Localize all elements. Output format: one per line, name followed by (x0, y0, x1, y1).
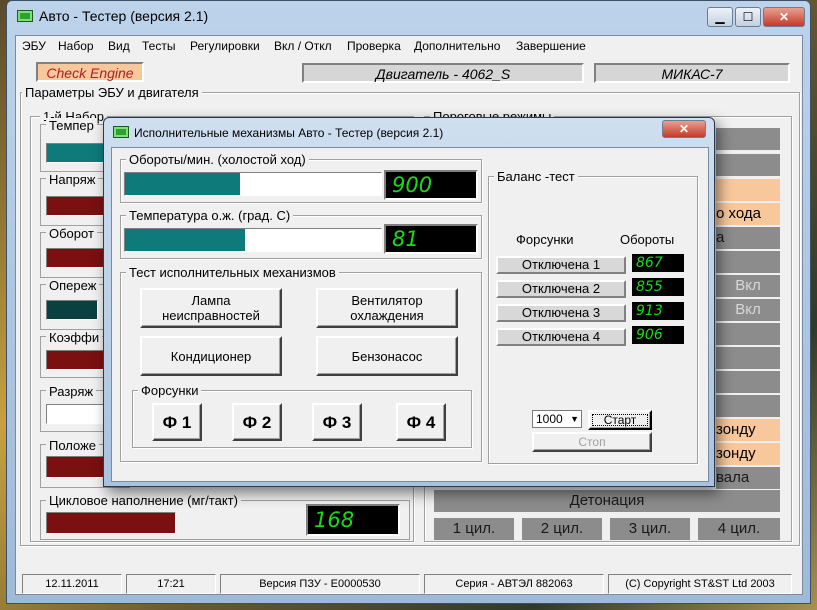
temp-bar (124, 228, 382, 252)
injector-4-button[interactable]: Ф 4 (396, 403, 446, 441)
cylinder-3[interactable]: 3 цил. (610, 518, 690, 540)
threshold-box-12 (716, 395, 780, 417)
fan-test-button[interactable]: Вентилятор охлаждения (316, 288, 458, 328)
balance-rpm-2: 855 (632, 278, 684, 296)
actuators-dialog: Исполнительные механизмы Авто - Тестер (… (103, 117, 715, 487)
stop-button[interactable]: Стоп (532, 432, 652, 452)
advance-bar (46, 300, 98, 320)
lamp-test-line1: Лампа (191, 293, 231, 308)
balance-group-label: Баланс -тест (494, 169, 578, 184)
app-icon (17, 10, 33, 22)
menu-set[interactable]: Набор (58, 39, 94, 53)
injector-1-button[interactable]: Ф 1 (152, 403, 202, 441)
param-label-rpm: Оборот (46, 226, 97, 241)
cylinder-4[interactable]: 4 цил. (698, 518, 780, 540)
threshold-box-a: а (716, 227, 780, 249)
menu-check[interactable]: Проверка (347, 39, 401, 53)
cycle-fill-label: Цикловое наполнение (мг/такт) (46, 493, 241, 508)
menu-tests[interactable]: Тесты (142, 39, 175, 53)
param-label-vacuum: Разряж (46, 384, 97, 399)
injector-2-button[interactable]: Ф 2 (232, 403, 282, 441)
shaft-indicator: вала (716, 467, 780, 489)
fan-test-line1: Вентилятор (351, 293, 423, 308)
engine-label: Двигатель - 4062_S (302, 63, 584, 83)
fuel-pump-test-button[interactable]: Бензонасос (316, 336, 458, 376)
chevron-down-icon: ▼ (570, 414, 579, 424)
lamp-test-button[interactable]: Лампа неисправностей (140, 288, 282, 328)
param-label-position: Положе (46, 438, 100, 453)
cycle-fill-display: 168 (306, 504, 400, 536)
detonation-indicator: Детонация (434, 490, 780, 512)
toggle-on-1[interactable]: Вкл (716, 275, 780, 297)
menu-on-off[interactable]: Вкл / Откл (274, 39, 332, 53)
idle-mode-indicator: о хода (716, 203, 780, 225)
status-time: 17:21 (126, 574, 216, 594)
menu-adjustments[interactable]: Регулировки (190, 39, 260, 53)
balance-col-rpm: Обороты (620, 232, 675, 247)
menu-bar: ЭБУ Набор Вид Тесты Регулировки Вкл / От… (16, 36, 802, 56)
menu-ecu[interactable]: ЭБУ (22, 39, 46, 53)
balance-disable-4-button[interactable]: Отключена 4 (496, 328, 626, 346)
balance-disable-3-button[interactable]: Отключена 3 (496, 304, 626, 322)
fan-test-line2: охлаждения (350, 308, 424, 323)
threshold-box-3 (716, 179, 780, 201)
actuators-group-label: Тест исполнительных механизмов (126, 265, 339, 280)
menu-view[interactable]: Вид (108, 39, 130, 53)
lamp-test-line2: неисправностей (162, 308, 260, 323)
rpm-bar-fill (125, 173, 241, 195)
maximize-button[interactable]: ☐ (735, 7, 761, 27)
param-label-advance: Опереж (46, 278, 100, 293)
menu-extra[interactable]: Дополнительно (414, 39, 500, 53)
threshold-box-9 (716, 323, 780, 345)
threshold-box-10 (716, 347, 780, 369)
speed-select[interactable]: 1000 ▼ (532, 410, 582, 428)
check-engine-indicator: Check Engine (36, 62, 144, 82)
balance-disable-2-button[interactable]: Отключена 2 (496, 280, 626, 298)
threshold-box-2 (716, 154, 780, 176)
temp-display: 81 (384, 224, 478, 254)
dialog-close-button[interactable]: ✕ (662, 120, 706, 138)
status-copyright: (C) Copyright ST&ST Ltd 2003 (608, 574, 792, 594)
param-label-coefficient: Коэффи (46, 330, 103, 345)
injectors-group-label: Форсунки (138, 383, 202, 398)
dialog-title: Исполнительные механизмы Авто - Тестер (… (134, 126, 444, 140)
status-date: 12.11.2011 (22, 574, 122, 594)
injector-3-button[interactable]: Ф 3 (312, 403, 362, 441)
dialog-client-area: Обороты/мин. (холостой ход) 900 Температ… (111, 147, 709, 482)
ac-test-button[interactable]: Кондиционер (140, 336, 282, 376)
dialog-icon (113, 126, 129, 138)
rpm-display: 900 (384, 170, 478, 200)
status-prom-version: Версия ПЗУ - E0000530 (220, 574, 420, 594)
menu-exit[interactable]: Завершение (516, 39, 586, 53)
lambda-indicator-1: зонду (716, 419, 780, 441)
toggle-on-2[interactable]: Вкл (716, 299, 780, 321)
balance-col-injectors: Форсунки (516, 232, 574, 247)
start-button[interactable]: Старт (588, 410, 652, 430)
ecu-label: МИКАС-7 (594, 63, 790, 83)
cycle-fill-bar (46, 512, 176, 534)
balance-rpm-4: 906 (632, 326, 684, 344)
cylinder-1[interactable]: 1 цил. (434, 518, 514, 540)
threshold-box-1 (716, 128, 780, 150)
balance-rpm-3: 913 (632, 302, 684, 320)
param-label-temperature: Темпер (46, 118, 97, 133)
lambda-indicator-2: зонду (716, 443, 780, 465)
temp-bar-fill (125, 229, 246, 251)
param-label-voltage: Напряж (46, 172, 99, 187)
close-button[interactable]: ✕ (763, 7, 805, 27)
rpm-bar (124, 172, 382, 196)
minimize-button[interactable]: ▁ (707, 7, 733, 27)
rpm-label: Обороты/мин. (холостой ход) (126, 152, 309, 167)
main-window-title: Авто - Тестер (версия 2.1) (39, 8, 209, 24)
params-group-label: Параметры ЭБУ и двигателя (22, 85, 202, 100)
status-serial: Серия - АВТЭЛ 882063 (424, 574, 604, 594)
cylinder-2[interactable]: 2 цил. (522, 518, 602, 540)
temp-label: Температура о.ж. (град. С) (126, 208, 294, 223)
speed-select-value: 1000 (536, 412, 563, 426)
balance-disable-1-button[interactable]: Отключена 1 (496, 256, 626, 274)
threshold-box-11 (716, 371, 780, 393)
threshold-box-6 (716, 251, 780, 273)
balance-rpm-1: 867 (632, 254, 684, 272)
